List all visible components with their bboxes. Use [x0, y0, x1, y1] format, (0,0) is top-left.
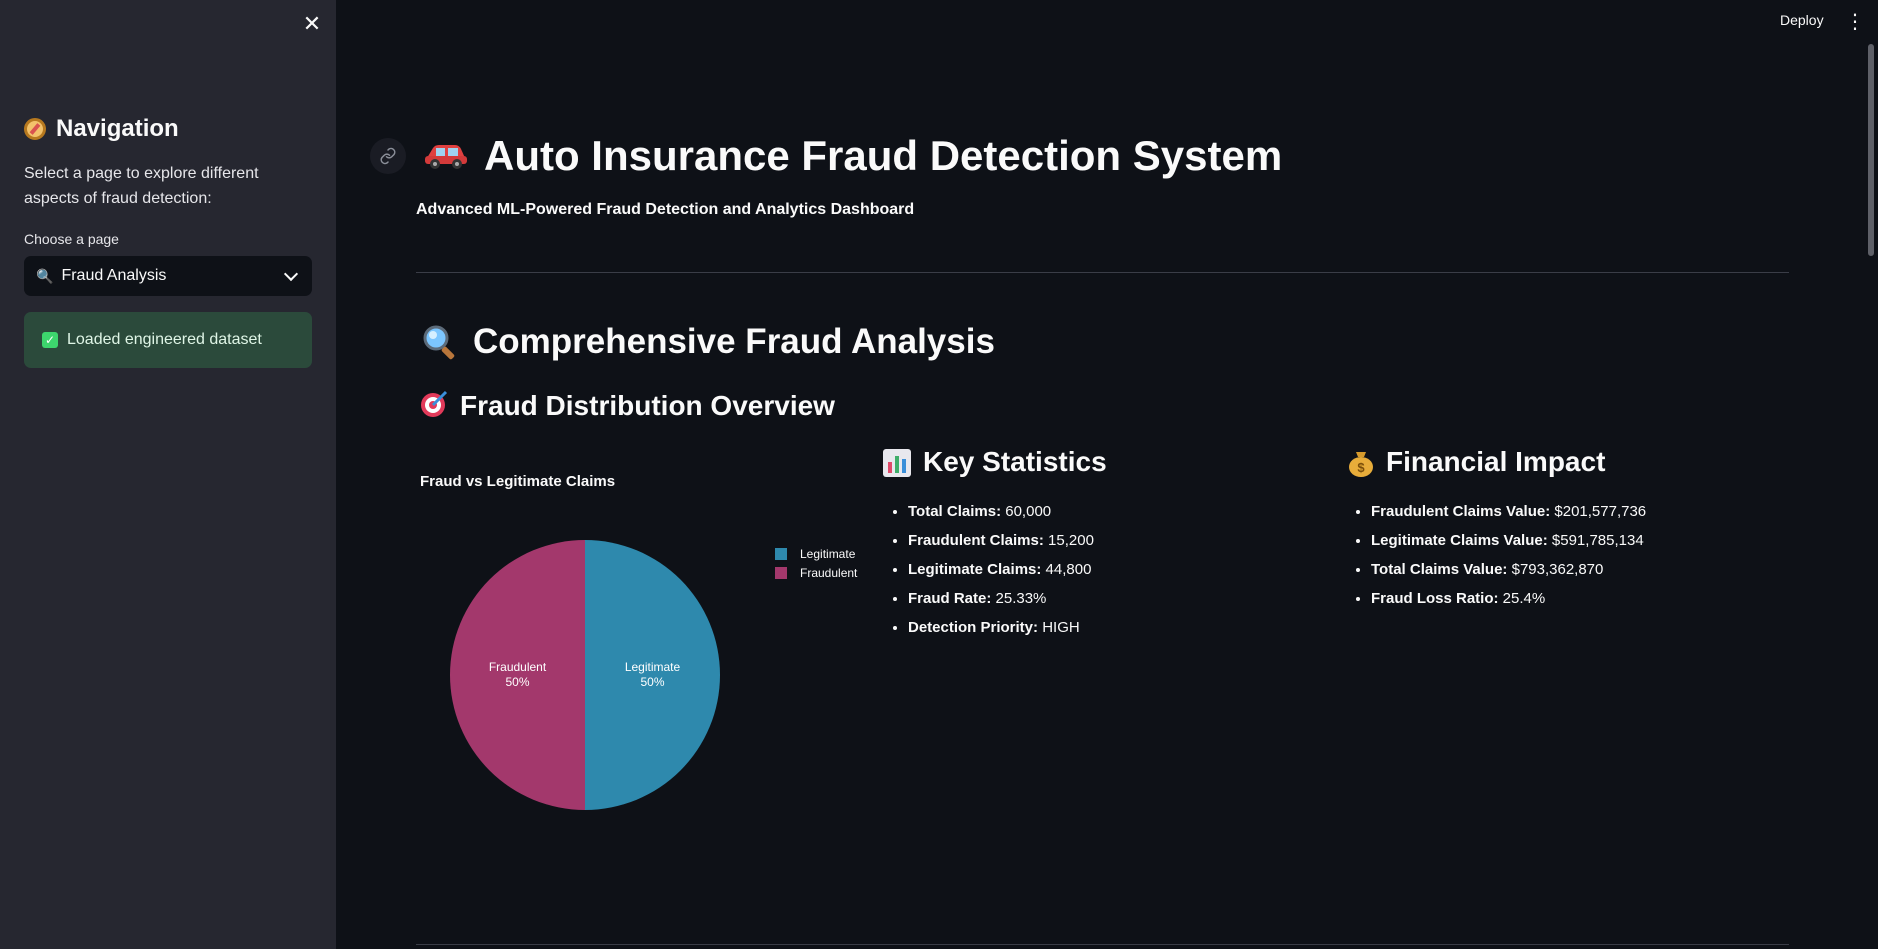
financial-stat-label: Fraud Loss Ratio: [1371, 590, 1499, 607]
key-stat-item: Fraudulent Claims: 15,200 [908, 526, 1094, 555]
pie-chart: Legitimate50%Fraudulent50% [450, 540, 720, 810]
pie-label-category: Fraudulent [489, 660, 547, 674]
legend-label: Legitimate [800, 546, 856, 561]
key-stat-label: Total Claims: [908, 503, 1002, 520]
key-stats-list: Total Claims: 60,000Fraudulent Claims: 1… [882, 497, 1094, 642]
financial-stat-item: Fraud Loss Ratio: 25.4% [1371, 584, 1646, 613]
divider [416, 944, 1789, 945]
financial-stat-item: Legitimate Claims Value: $591,785,134 [1371, 526, 1646, 555]
page-title: Auto Insurance Fraud Detection System [484, 132, 1283, 179]
bar-chart-icon [883, 449, 911, 477]
legend-swatch [775, 547, 787, 560]
financial-stat-item: Fraudulent Claims Value: $201,577,736 [1371, 497, 1646, 526]
nav-title-text: Navigation [56, 115, 179, 142]
key-stat-label: Detection Priority: [908, 619, 1039, 636]
key-stat-item: Legitimate Claims: 44,800 [908, 555, 1094, 584]
legend-label: Fraudulent [800, 565, 858, 580]
key-stat-item: Fraud Rate: 25.33% [908, 584, 1094, 613]
sidebar: ✕ Navigation Select a page to explore di… [0, 0, 336, 949]
success-message: Loaded engineered dataset [67, 331, 262, 348]
key-stat-label: Fraudulent Claims: [908, 532, 1044, 549]
key-stat-value: 60,000 [1001, 503, 1052, 520]
page-select[interactable]: 🔍 Fraud Analysis [24, 256, 312, 296]
financial-title: Financial Impact [1386, 446, 1606, 477]
scrollbar[interactable] [1868, 44, 1874, 256]
car-icon [425, 145, 467, 169]
section-title: Comprehensive Fraud Analysis [473, 322, 995, 361]
close-sidebar-button[interactable]: ✕ [300, 12, 324, 36]
key-stat-item: Total Claims: 60,000 [908, 497, 1094, 526]
kebab-menu-icon[interactable]: ⋮ [1845, 10, 1865, 34]
legend-item[interactable]: Legitimate [775, 544, 857, 563]
financial-stat-value: $793,362,870 [1507, 561, 1604, 578]
money-bag-icon: $ [1349, 452, 1373, 477]
legend-swatch [775, 566, 787, 579]
select-label: Choose a page [24, 231, 119, 247]
pie-label-percent: 50% [640, 675, 664, 689]
target-icon [421, 390, 448, 417]
key-stat-label: Legitimate Claims: [908, 561, 1042, 578]
divider [416, 272, 1789, 273]
key-stat-value: 25.33% [991, 590, 1047, 607]
page-subtitle: Advanced ML-Powered Fraud Detection and … [416, 201, 915, 218]
key-stats-title: Key Statistics [923, 446, 1107, 477]
checkbox-icon: ✓ [42, 332, 58, 348]
financial-stat-value: $591,785,134 [1547, 532, 1644, 549]
svg-text:$: $ [1357, 460, 1365, 475]
pie-label-category: Legitimate [625, 660, 681, 674]
key-stat-value: 44,800 [1041, 561, 1092, 578]
financial-list: Fraudulent Claims Value: $201,577,736Leg… [1345, 497, 1646, 613]
subsection-title: Fraud Distribution Overview [460, 390, 835, 421]
magnifier-icon [423, 325, 455, 360]
financial-stat-label: Total Claims Value: [1371, 561, 1508, 578]
key-stat-label: Fraud Rate: [908, 590, 992, 607]
financial-stat-item: Total Claims Value: $793,362,870 [1371, 555, 1646, 584]
financial-stat-label: Fraudulent Claims Value: [1371, 503, 1551, 520]
nav-title: Navigation [24, 112, 179, 146]
key-stat-value: 15,200 [1043, 532, 1094, 549]
financial-stat-label: Legitimate Claims Value: [1371, 532, 1548, 549]
deploy-button[interactable]: Deploy [1780, 12, 1824, 28]
page-select-value: Fraud Analysis [61, 267, 167, 284]
legend-item[interactable]: Fraudulent [775, 563, 857, 582]
compass-icon [24, 118, 46, 140]
financial-stat-value: $201,577,736 [1550, 503, 1647, 520]
magnifier-icon: 🔍 [36, 267, 54, 284]
pie-label-percent: 50% [505, 675, 529, 689]
link-icon[interactable] [370, 138, 406, 174]
chart-title: Fraud vs Legitimate Claims [420, 473, 616, 490]
chart-legend: Legitimate Fraudulent [775, 544, 857, 582]
nav-description: Select a page to explore different aspec… [24, 165, 259, 207]
key-stat-item: Detection Priority: HIGH [908, 613, 1094, 642]
key-stat-value: HIGH [1038, 619, 1080, 636]
financial-stat-value: 25.4% [1498, 590, 1546, 607]
success-alert: ✓ Loaded engineered dataset [24, 312, 312, 368]
chevron-down-icon [283, 266, 299, 282]
